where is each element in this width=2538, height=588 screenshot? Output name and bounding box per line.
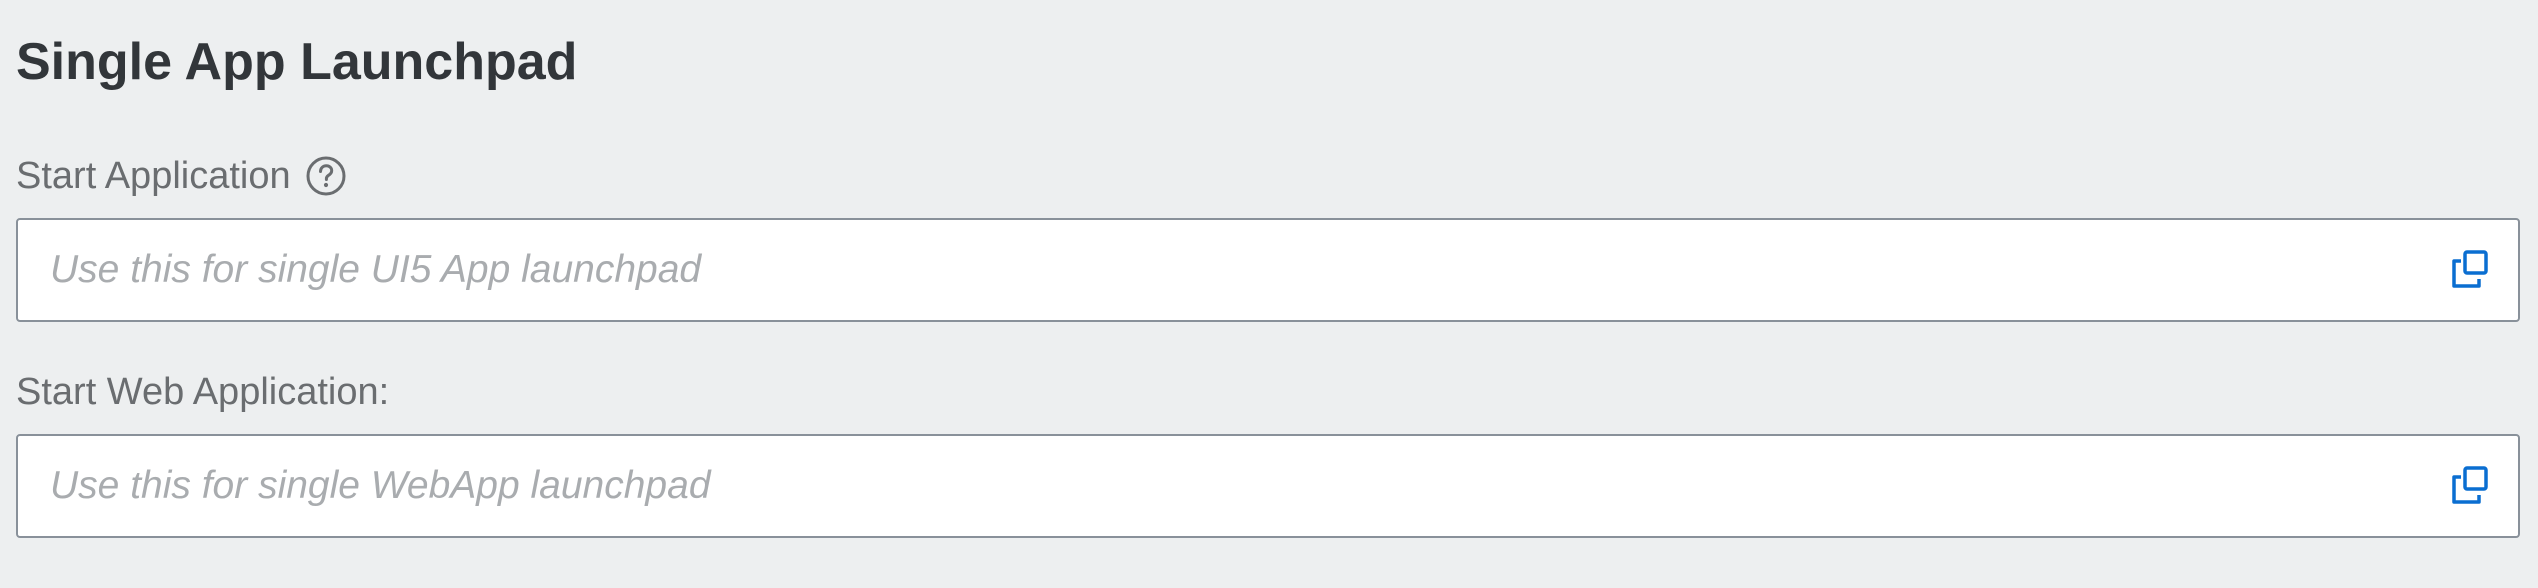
start-web-application-value-help-icon[interactable] — [2446, 462, 2494, 510]
start-web-application-label-row: Start Web Application: — [16, 368, 389, 416]
start-web-application-input-container[interactable] — [16, 434, 2520, 538]
start-application-value-help-icon[interactable] — [2446, 246, 2494, 294]
start-web-application-label: Start Web Application: — [16, 371, 390, 413]
help-icon[interactable] — [305, 155, 347, 197]
section-title: Single App Launchpad — [16, 33, 578, 91]
start-application-input-container[interactable] — [16, 218, 2520, 322]
start-application-label: Start Application — [16, 155, 291, 197]
start-application-input[interactable] — [50, 220, 2410, 320]
start-web-application-input[interactable] — [50, 436, 2410, 536]
start-application-label-row: Start Application — [16, 152, 347, 200]
